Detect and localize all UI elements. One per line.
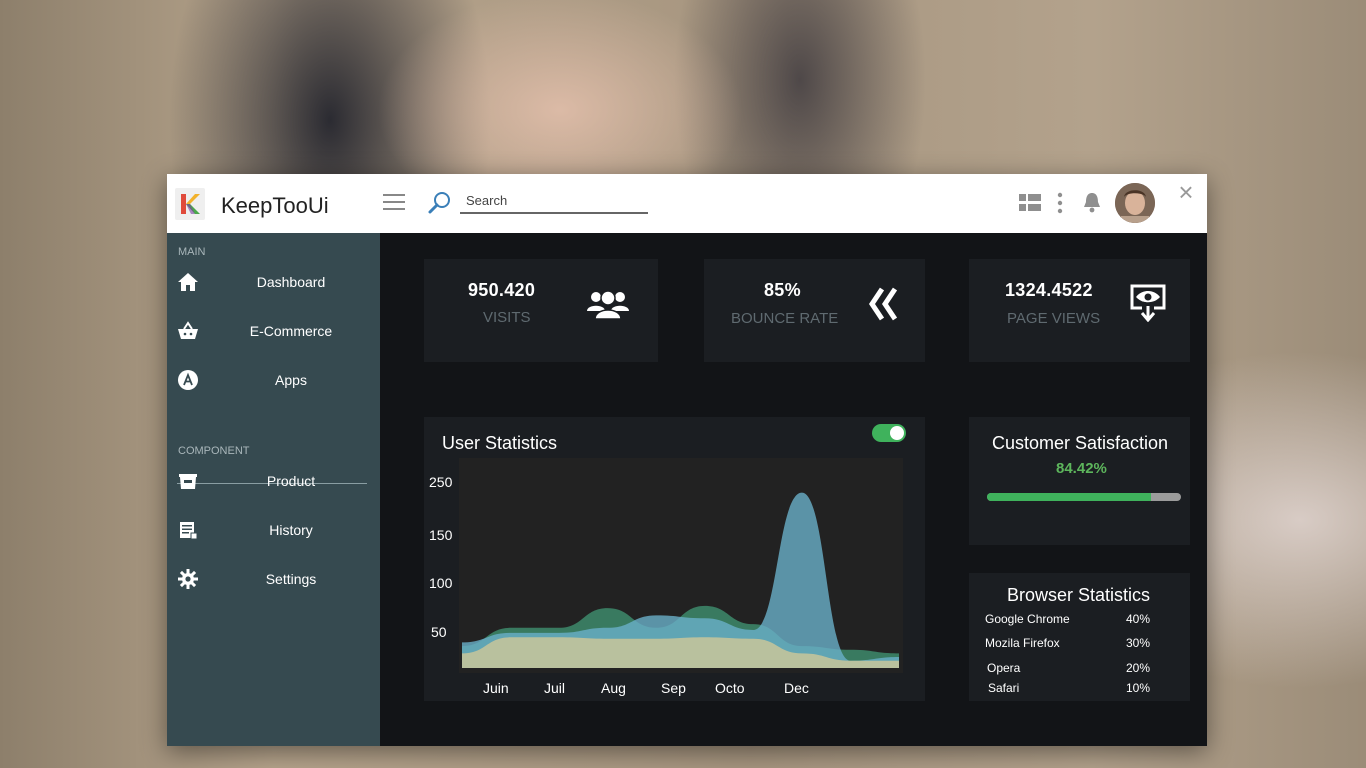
satisfaction-progress-fill	[987, 493, 1151, 501]
sidebar-item-label: Apps	[275, 372, 307, 388]
history-icon	[180, 522, 198, 540]
stat-value: 950.420	[468, 280, 536, 300]
sidebar: MAIN Dashboard E-Commerce Apps COMPONENT	[167, 233, 380, 746]
x-tick-label: Dec	[784, 680, 809, 696]
chart-plot-area	[459, 458, 903, 673]
x-tick-label: Juin	[483, 680, 509, 696]
satisfaction-percent: 84.42%	[1056, 460, 1107, 477]
logo-icon	[175, 188, 205, 220]
more-vert-icon[interactable]	[1056, 192, 1064, 214]
stat-value: 1324.4522	[1005, 280, 1093, 300]
stat-card-bounce-rate: 85% BOUNCE RATE	[704, 259, 925, 362]
menu-icon[interactable]	[383, 194, 405, 212]
gear-icon	[178, 569, 198, 589]
browser-name: Mozila Firefox	[985, 636, 1060, 650]
sidebar-item-label: History	[269, 522, 313, 538]
stat-card-page-views: 1324.4522 PAGE VIEWS	[969, 259, 1190, 362]
bell-icon[interactable]	[1082, 191, 1102, 213]
x-tick-label: Octo	[715, 680, 745, 696]
user-statistics-card: User Statistics 250 150 100 50 Juin Juil…	[424, 417, 925, 701]
grid-icon[interactable]	[1019, 194, 1041, 212]
x-tick-label: Aug	[601, 680, 626, 696]
sidebar-item-history[interactable]: History	[167, 516, 380, 546]
browser-name: Google Chrome	[985, 612, 1070, 626]
x-tick-label: Juil	[544, 680, 566, 696]
browser-statistics-card: Browser Statistics Google Chrome 40% Moz…	[969, 573, 1190, 701]
top-bar: KeepTooUi Search ×	[167, 174, 1207, 233]
chart-toggle[interactable]	[872, 424, 906, 442]
sidebar-item-label: E-Commerce	[249, 323, 333, 339]
basket-icon	[178, 321, 198, 339]
browser-name: Opera	[987, 661, 1021, 675]
browser-statistics-title: Browser Statistics	[1007, 585, 1151, 605]
browser-value: 20%	[1126, 661, 1151, 675]
stat-label: PAGE VIEWS	[1007, 310, 1101, 327]
y-tick-label: 250	[429, 474, 453, 490]
sidebar-item-dashboard[interactable]: Dashboard	[167, 268, 380, 298]
customer-satisfaction-title: Customer Satisfaction	[992, 433, 1169, 453]
sidebar-section-main: MAIN	[178, 246, 206, 258]
sidebar-item-product[interactable]: Product	[167, 467, 380, 497]
stat-label: VISITS	[483, 309, 531, 326]
sidebar-item-settings[interactable]: Settings	[167, 565, 380, 595]
home-icon	[178, 273, 198, 291]
users-icon	[587, 290, 629, 319]
user-statistics-title: User Statistics	[442, 433, 558, 453]
box-icon	[179, 474, 197, 489]
sidebar-item-ecommerce[interactable]: E-Commerce	[167, 317, 380, 347]
sidebar-item-label: Settings	[265, 571, 317, 587]
sidebar-item-apps[interactable]: Apps	[167, 366, 380, 396]
y-tick-label: 150	[429, 527, 453, 543]
customer-satisfaction-card: Customer Satisfaction 84.42%	[969, 417, 1190, 545]
close-icon[interactable]: ×	[1175, 179, 1197, 205]
eye-download-icon	[1130, 284, 1166, 322]
search-input[interactable]	[460, 188, 648, 214]
app-window: KeepTooUi Search × MAIN Dashboard E-Comm…	[167, 174, 1207, 746]
search-icon[interactable]	[427, 190, 453, 216]
browser-value: 10%	[1126, 681, 1151, 695]
browser-name: Safari	[988, 681, 1020, 695]
y-tick-label: 100	[429, 575, 453, 591]
satisfaction-progress-bar	[987, 493, 1181, 501]
area-chart	[462, 492, 899, 668]
browser-value: 40%	[1126, 612, 1151, 626]
sidebar-item-label: Dashboard	[256, 274, 326, 290]
avatar[interactable]	[1115, 183, 1155, 223]
x-tick-label: Sep	[661, 680, 686, 696]
double-chevron-left-icon	[868, 287, 898, 321]
stat-card-visits: 950.420 VISITS	[424, 259, 658, 362]
brand-title: KeepTooUi	[221, 193, 329, 218]
stat-label: BOUNCE RATE	[731, 310, 839, 327]
y-tick-label: 50	[431, 624, 447, 640]
app-store-icon	[178, 370, 198, 390]
sidebar-section-component: COMPONENT	[178, 445, 250, 457]
browser-value: 30%	[1126, 636, 1151, 650]
sidebar-item-label: Product	[266, 473, 316, 489]
stat-value: 85%	[764, 280, 801, 300]
